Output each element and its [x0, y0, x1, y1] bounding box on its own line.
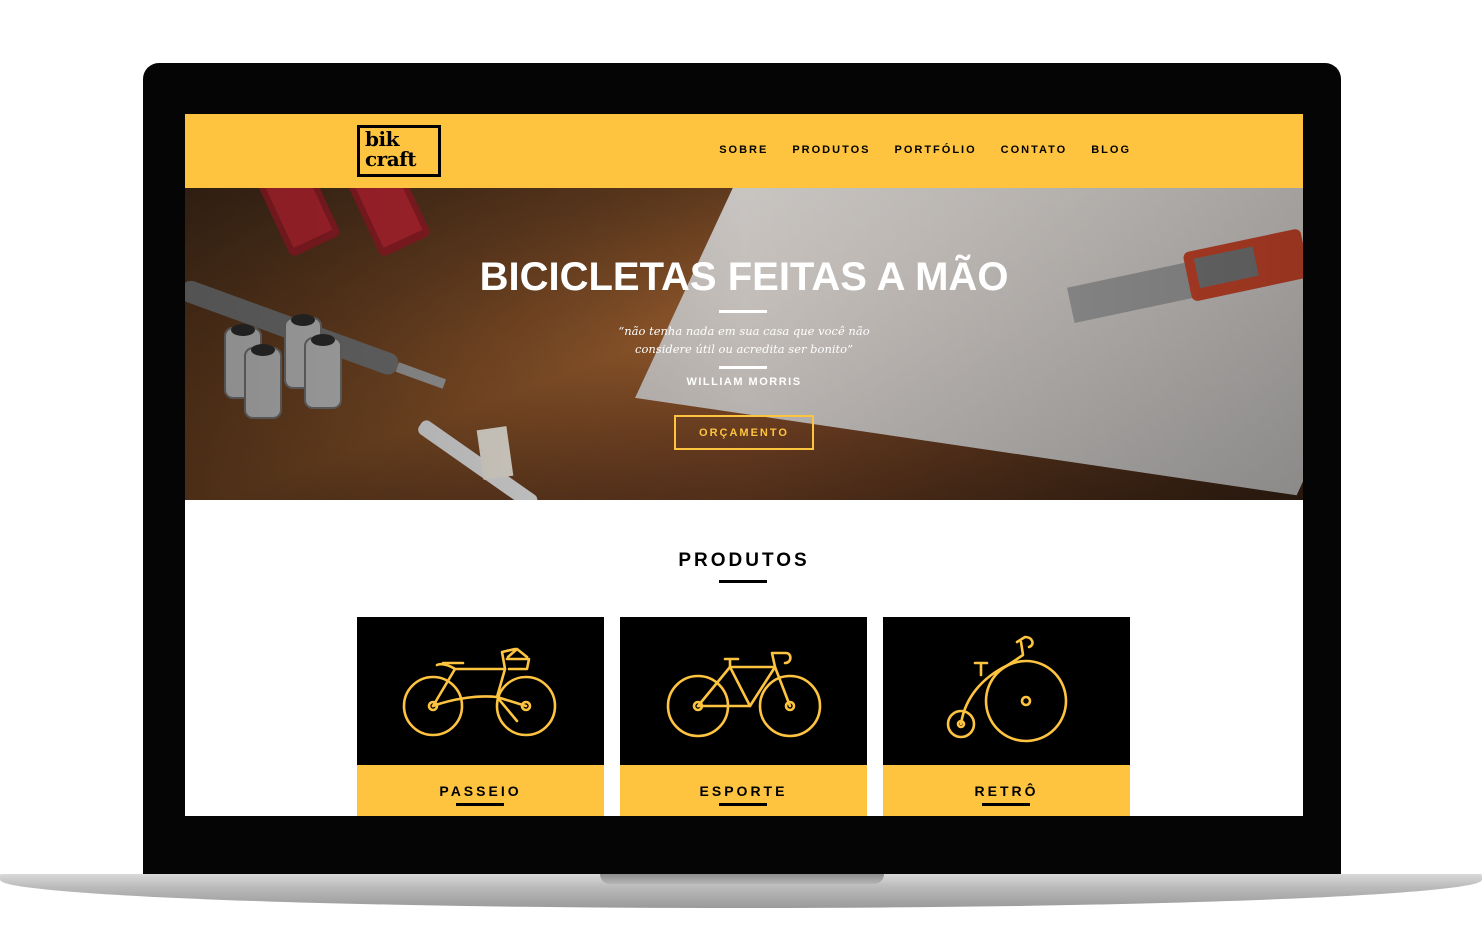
nav-item-contato[interactable]: CONTATO — [1001, 142, 1068, 158]
nav-item-blog[interactable]: BLOG — [1091, 142, 1131, 158]
main-nav: SOBRE PRODUTOS PORTFÓLIO CONTATO BLOG — [719, 142, 1131, 158]
product-underline-passeio — [456, 803, 504, 806]
product-label-passeio: PASSEIO — [357, 765, 604, 816]
logo-text-line2: craft — [365, 147, 417, 171]
product-name-passeio: PASSEIO — [439, 783, 522, 799]
bikcraft-logo[interactable]: bik craft — [357, 125, 441, 177]
orcamento-button[interactable]: ORÇAMENTO — [674, 415, 814, 450]
road-bike-icon — [620, 617, 867, 765]
produtos-section-title: PRODUTOS — [678, 550, 810, 571]
product-label-retro: RETRÔ — [883, 765, 1130, 816]
laptop-notch — [600, 874, 884, 884]
hero-divider-bottom — [719, 366, 767, 369]
hero-quote: “não tenha nada em sua casa que você não… — [618, 324, 870, 356]
hero-banner: BICICLETAS FEITAS A MÃO “não tenha nada … — [185, 188, 1303, 500]
product-underline-esporte — [719, 803, 767, 806]
product-card-passeio[interactable]: PASSEIO — [357, 617, 604, 816]
hero-title: BICICLETAS FEITAS A MÃO — [479, 255, 1009, 299]
produtos-title-underline — [719, 580, 767, 583]
city-bike-icon — [357, 617, 604, 765]
penny-farthing-icon — [883, 617, 1130, 765]
product-underline-retro — [982, 803, 1030, 806]
site-header: bik craft SOBRE PRODUTOS PORTFÓLIO CONTA… — [185, 114, 1303, 188]
hero-content: BICICLETAS FEITAS A MÃO “não tenha nada … — [185, 188, 1303, 500]
nav-item-sobre[interactable]: SOBRE — [719, 142, 768, 158]
product-card-esporte[interactable]: ESPORTE — [620, 617, 867, 816]
laptop-screen: bik craft SOBRE PRODUTOS PORTFÓLIO CONTA… — [185, 114, 1303, 816]
product-name-esporte: ESPORTE — [699, 783, 788, 799]
nav-item-portfolio[interactable]: PORTFÓLIO — [894, 142, 976, 158]
nav-item-produtos[interactable]: PRODUTOS — [792, 142, 870, 158]
hero-quote-author: WILLIAM MORRIS — [686, 376, 802, 388]
product-label-esporte: ESPORTE — [620, 765, 867, 816]
hero-divider-top — [719, 310, 767, 313]
product-card-retro[interactable]: RETRÔ — [883, 617, 1130, 816]
product-name-retro: RETRÔ — [974, 783, 1039, 799]
